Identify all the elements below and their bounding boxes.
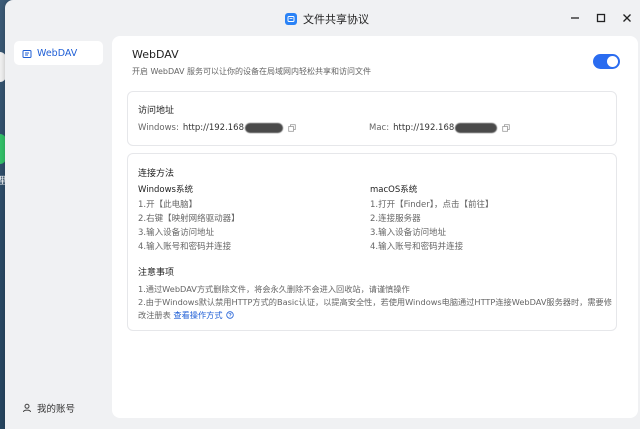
note-item: 1.通过WebDAV方式删除文件，将会永久删除不会进入回收站，请谨慎操作 — [138, 284, 410, 294]
access-address-card: 访问地址 Windows: http://192.168 Mac: http:/… — [127, 91, 617, 146]
file-sharing-app-icon — [285, 13, 297, 25]
window-title: 文件共享协议 — [303, 13, 369, 26]
maximize-button[interactable] — [588, 8, 614, 28]
close-button[interactable] — [614, 8, 640, 28]
windows-step: 4.输入账号和密码并连接 — [138, 242, 232, 252]
window-title-group: 文件共享协议 — [285, 11, 369, 27]
macos-step: 1.打开【Finder】，点击【前往】 — [370, 200, 494, 210]
redaction-bar — [455, 123, 498, 133]
webdav-icon — [22, 44, 32, 63]
page-description: 开启 WebDAV 服务可以让你的设备在局域网内轻松共享和访问文件 — [132, 67, 371, 76]
file-sharing-window: 文件共享协议 WebDAV 我的账号 WebDAV 开启 WebDAV 服务可以… — [5, 0, 640, 429]
view-instructions-link[interactable]: 查看操作方式 — [173, 310, 222, 320]
windows-system-title: Windows系统 — [138, 185, 193, 195]
mac-address-row: Mac: http://192.168 — [369, 123, 510, 133]
page-title: WebDAV — [132, 48, 179, 61]
macos-step: 4.输入账号和密码并连接 — [370, 242, 464, 252]
redaction-bar — [245, 123, 284, 133]
mac-address-value: http://192.168 — [393, 123, 455, 133]
toggle-knob — [607, 56, 618, 67]
copy-windows-address-button[interactable] — [288, 124, 296, 132]
main-panel: WebDAV 开启 WebDAV 服务可以让你的设备在局域网内轻松共享和访问文件… — [112, 36, 638, 418]
windows-steps: 1.开【此电脑】 2.右键【映射网络驱动器】 3.输入设备访问地址 4.输入账号… — [138, 198, 240, 254]
minimize-button[interactable] — [562, 8, 588, 28]
sidebar-item-label: WebDAV — [37, 47, 78, 59]
copy-icon — [502, 124, 510, 132]
macos-step: 3.输入设备访问地址 — [370, 228, 447, 238]
windows-address-row: Windows: http://192.168 — [138, 123, 296, 133]
windows-address-label: Windows: — [138, 123, 179, 133]
connection-method-title: 连接方法 — [138, 169, 175, 179]
copy-icon — [288, 124, 296, 132]
macos-step: 2.连接服务器 — [370, 214, 421, 224]
windows-address-value: http://192.168 — [182, 123, 245, 133]
my-account-button[interactable]: 我的账号 — [22, 398, 75, 417]
notes-list: 1.通过WebDAV方式删除文件，将会永久删除不会进入回收站，请谨慎操作 2.由… — [138, 283, 613, 323]
windows-step: 3.输入设备访问地址 — [138, 228, 215, 238]
my-account-label: 我的账号 — [37, 403, 76, 415]
sidebar: WebDAV 我的账号 — [5, 36, 111, 429]
webdav-toggle[interactable] — [593, 54, 620, 69]
close-icon — [623, 14, 631, 22]
macos-steps: 1.打开【Finder】，点击【前往】 2.连接服务器 3.输入设备访问地址 4… — [370, 198, 494, 254]
mac-address-label: Mac: — [369, 123, 390, 133]
connection-method-card: 连接方法 Windows系统 1.开【此电脑】 2.右键【映射网络驱动器】 3.… — [127, 153, 617, 331]
windows-step: 1.开【此电脑】 — [138, 200, 198, 210]
window-controls — [562, 8, 640, 28]
access-address-title: 访问地址 — [138, 106, 175, 116]
user-icon — [22, 398, 32, 417]
copy-mac-address-button[interactable] — [502, 124, 510, 132]
minimize-icon — [571, 17, 579, 19]
sidebar-item-webdav[interactable]: WebDAV — [14, 41, 103, 65]
titlebar: 文件共享协议 — [5, 0, 640, 36]
note-item: 2.由于Windows默认禁用HTTP方式的Basic认证，以提高安全性，若使用… — [138, 296, 613, 323]
macos-system-title: macOS系统 — [370, 185, 418, 195]
help-icon[interactable] — [225, 310, 234, 323]
windows-step: 2.右键【映射网络驱动器】 — [138, 214, 240, 224]
notes-title: 注意事项 — [138, 268, 175, 278]
maximize-icon — [596, 13, 606, 23]
